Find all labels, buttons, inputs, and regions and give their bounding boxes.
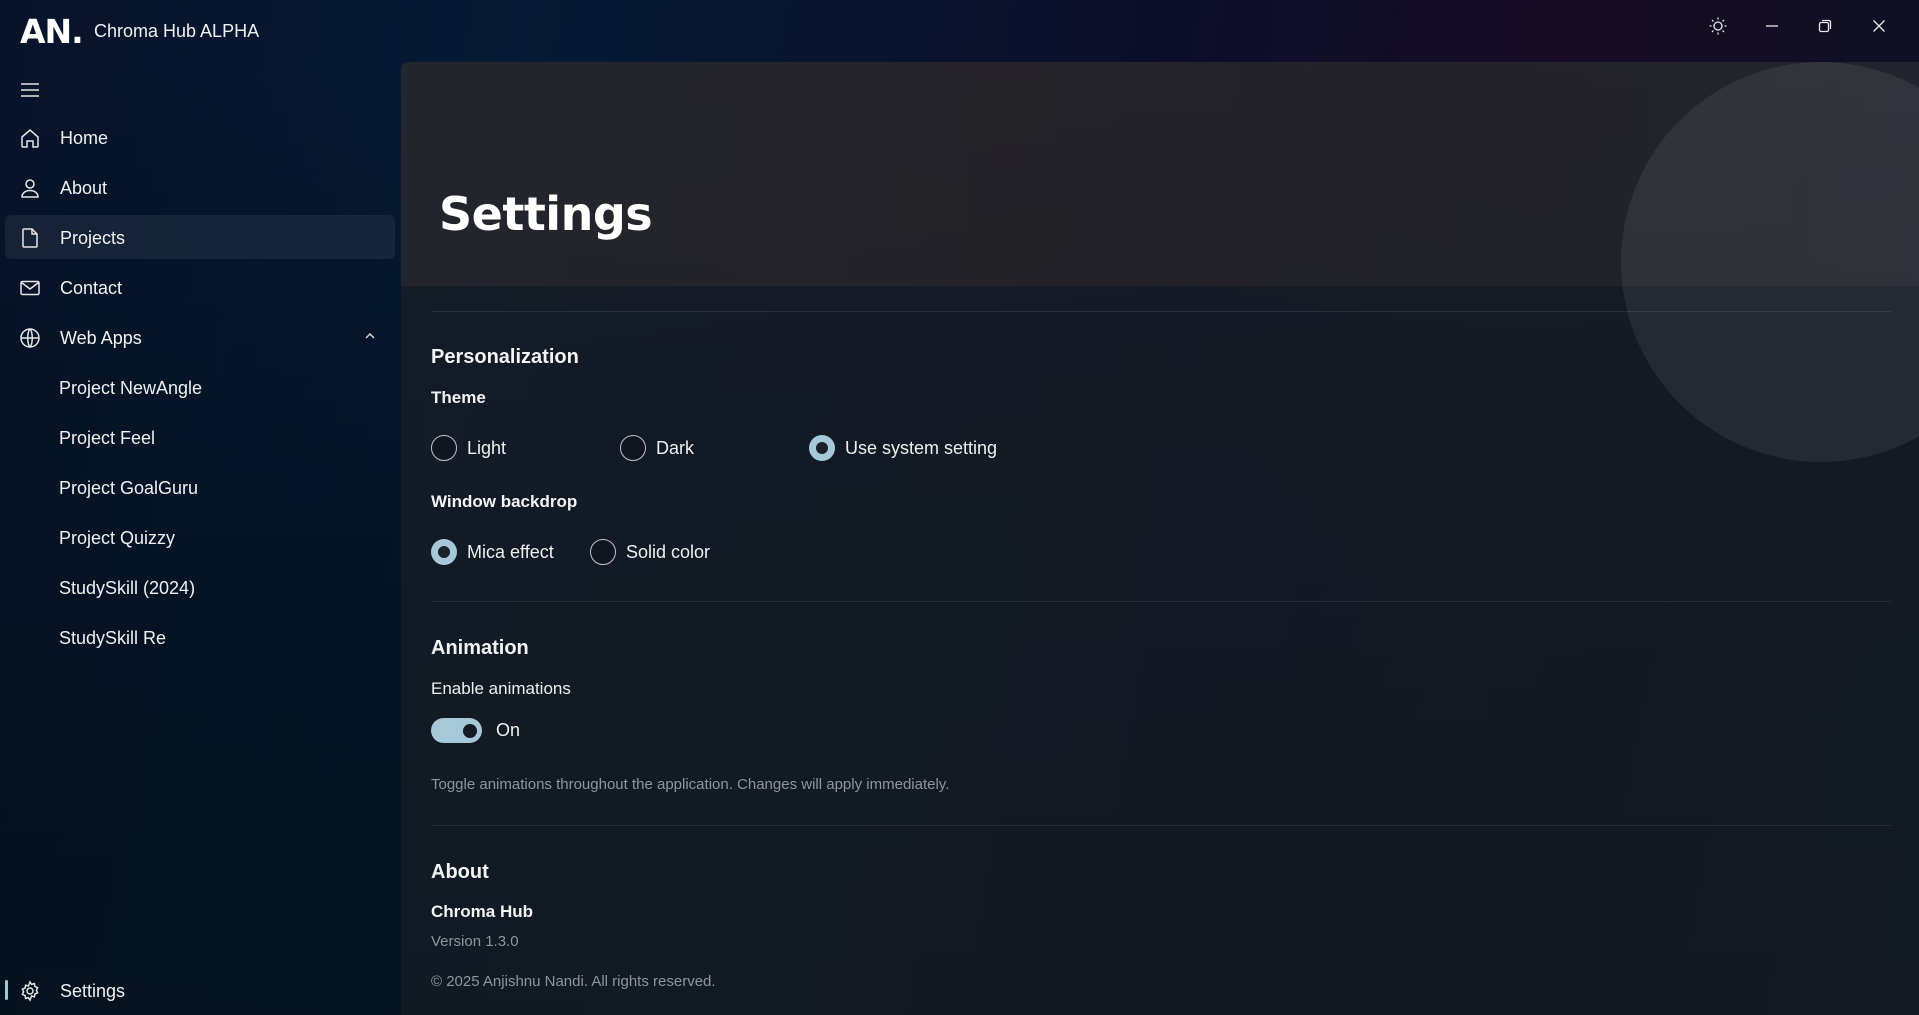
animations-toggle[interactable] xyxy=(431,718,482,743)
restore-button[interactable] xyxy=(1805,12,1845,44)
sidebar-item-label: Home xyxy=(60,128,109,148)
backdrop-radio-solid[interactable]: Solid color xyxy=(590,539,710,565)
toggle-state-label: On xyxy=(496,720,521,740)
radio-label: Use system setting xyxy=(845,437,998,458)
theme-radio-system[interactable]: Use system setting xyxy=(809,435,997,461)
backdrop-radio-mica[interactable]: Mica effect xyxy=(431,539,554,565)
app-title: Chroma Hub ALPHA xyxy=(94,21,260,41)
sidebar-subitem-label: Project Feel xyxy=(59,428,156,448)
theme-radio-light[interactable]: Light xyxy=(431,435,506,461)
window-backdrop-label: Window backdrop xyxy=(431,492,578,511)
mail-icon xyxy=(19,277,41,299)
radio-label: Light xyxy=(467,437,507,458)
home-icon xyxy=(19,127,41,149)
sidebar-item-about[interactable]: About xyxy=(5,165,395,209)
sidebar-item-label: Web Apps xyxy=(60,328,142,348)
radio-circle[interactable] xyxy=(590,539,616,565)
radio-label: Dark xyxy=(656,437,695,458)
app-name: Chroma Hub xyxy=(431,902,533,921)
sidebar-subitem-project-goalguru[interactable]: Project GoalGuru xyxy=(5,465,395,509)
gear-icon xyxy=(19,980,41,1002)
title-bar: AN. Chroma Hub ALPHA xyxy=(0,0,1919,62)
animation-heading: Animation xyxy=(431,637,529,659)
theme-toggle-button[interactable] xyxy=(1698,12,1738,44)
page-title: Settings xyxy=(439,187,653,241)
radio-label: Solid color xyxy=(626,541,711,562)
document-icon xyxy=(19,227,41,249)
sidebar-subitem-label: Project Quizzy xyxy=(59,528,176,548)
enable-animations-label: Enable animations xyxy=(431,679,571,698)
sidebar-subitem-studyskill-re[interactable]: StudySkill Re xyxy=(5,615,395,659)
globe-icon xyxy=(19,327,41,349)
theme-radio-dark[interactable]: Dark xyxy=(620,435,694,461)
animation-description: Toggle animations throughout the applica… xyxy=(431,776,950,793)
radio-label: Mica effect xyxy=(467,541,554,562)
app-logo: AN. xyxy=(20,12,84,51)
selection-indicator xyxy=(5,980,8,1000)
sidebar-subitem-project-feel[interactable]: Project Feel xyxy=(5,415,395,459)
menu-toggle-button[interactable] xyxy=(17,82,43,102)
personalization-heading: Personalization xyxy=(431,346,579,368)
radio-circle[interactable] xyxy=(620,435,646,461)
chevron-up-icon[interactable] xyxy=(363,329,377,348)
sidebar-item-label: Settings xyxy=(60,981,126,1001)
sidebar-subitem-label: StudySkill Re xyxy=(59,628,167,648)
sidebar-item-projects[interactable]: Projects xyxy=(5,215,395,259)
radio-circle[interactable] xyxy=(431,435,457,461)
radio-circle[interactable] xyxy=(809,435,835,461)
hamburger-icon xyxy=(20,82,40,103)
sidebar-item-home[interactable]: Home xyxy=(5,115,395,159)
sidebar-subitem-project-quizzy[interactable]: Project Quizzy xyxy=(5,515,395,559)
minimize-button[interactable] xyxy=(1752,12,1792,44)
close-button[interactable] xyxy=(1859,12,1899,44)
divider xyxy=(431,311,1891,312)
person-icon xyxy=(19,177,41,199)
radio-circle[interactable] xyxy=(431,539,457,565)
settings-page: Settings Personalization Theme Light Dar… xyxy=(401,62,1919,1015)
sidebar: Home About Projects Contact Web Apps Pro… xyxy=(0,62,401,1015)
sidebar-item-label: Contact xyxy=(60,278,123,298)
sidebar-item-label: Projects xyxy=(60,228,126,248)
sidebar-item-web-apps[interactable]: Web Apps xyxy=(5,315,395,359)
sidebar-subitem-project-newangle[interactable]: Project NewAngle xyxy=(5,365,395,409)
divider xyxy=(431,825,1891,826)
sidebar-item-label: About xyxy=(60,178,108,198)
theme-label: Theme xyxy=(431,388,486,407)
copyright-text: © 2025 Anjishnu Nandi. All rights reserv… xyxy=(431,973,716,990)
version-text: Version 1.3.0 xyxy=(431,933,519,950)
sun-icon xyxy=(1708,16,1728,41)
sidebar-subitem-label: Project NewAngle xyxy=(59,378,203,398)
minimize-icon xyxy=(1764,18,1780,39)
sidebar-item-contact[interactable]: Contact xyxy=(5,265,395,309)
close-icon xyxy=(1871,18,1887,39)
sidebar-subitem-label: Project GoalGuru xyxy=(59,478,199,498)
divider xyxy=(431,601,1891,602)
sidebar-item-settings[interactable]: Settings xyxy=(5,968,395,1012)
restore-icon xyxy=(1817,18,1833,39)
sidebar-subitem-label: StudySkill (2024) xyxy=(59,578,196,598)
about-heading: About xyxy=(431,861,489,883)
sidebar-subitem-studyskill-2024[interactable]: StudySkill (2024) xyxy=(5,565,395,609)
